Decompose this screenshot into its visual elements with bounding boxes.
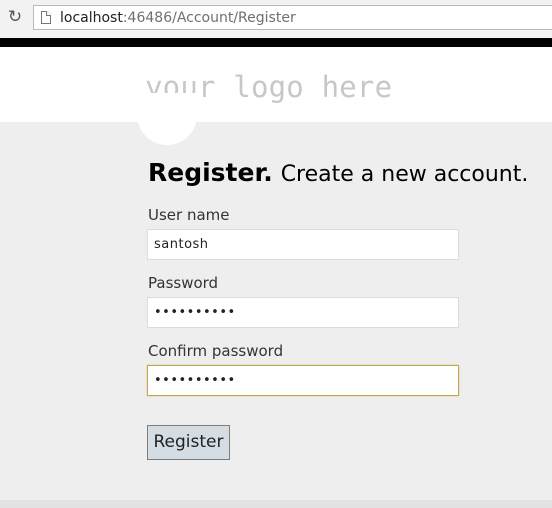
password-label: Password — [148, 274, 219, 292]
page-title-subtitle: Create a new account. — [280, 162, 529, 187]
browser-toolbar: ↻ localhost:46486/Account/Register — [0, 0, 552, 39]
confirm-password-label: Confirm password — [148, 342, 284, 360]
password-field[interactable]: •••••••••• — [147, 297, 459, 328]
url-text: localhost:46486/Account/Register — [60, 10, 296, 26]
register-button[interactable]: Register — [147, 425, 230, 460]
url-path: :46486/Account/Register — [122, 10, 296, 26]
page-footer — [0, 500, 552, 508]
username-field[interactable]: santosh — [147, 229, 459, 260]
page-icon — [41, 11, 51, 24]
address-bar[interactable]: localhost:46486/Account/Register — [33, 5, 552, 30]
register-form: Register. Create a new account. User nam… — [0, 122, 552, 500]
confirm-password-field[interactable]: •••••••••• — [147, 365, 459, 396]
site-header: your logo here — [0, 47, 552, 122]
top-accent-bar — [0, 38, 552, 47]
reload-icon[interactable]: ↻ — [6, 8, 24, 26]
page-title-strong: Register. — [148, 158, 273, 187]
url-host: localhost — [60, 10, 123, 26]
username-label: User name — [148, 206, 230, 224]
page-title: Register. Create a new account. — [148, 158, 528, 190]
